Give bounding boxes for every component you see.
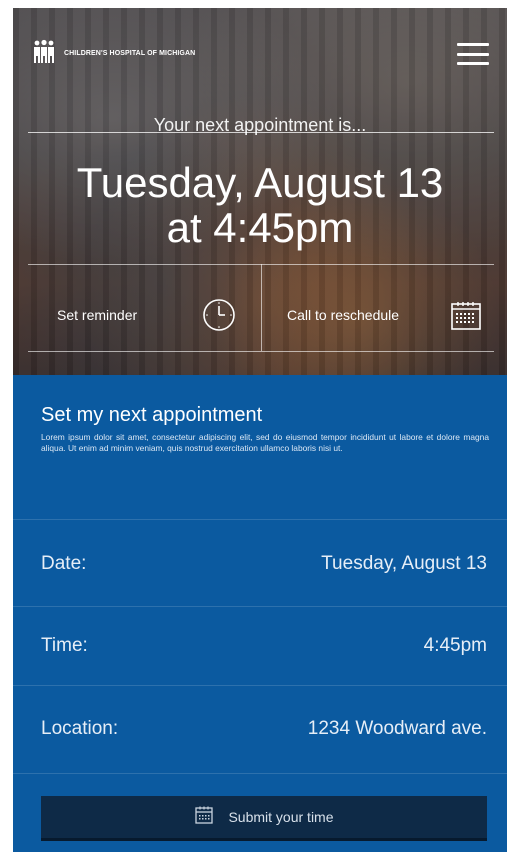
form-description: Lorem ipsum dolor sit amet, consectetur … bbox=[41, 432, 489, 453]
location-field[interactable]: Location: 1234 Woodward ave. bbox=[13, 689, 507, 769]
logo[interactable]: CHILDREN'S HOSPITAL OF MICHIGAN bbox=[32, 39, 195, 68]
submit-time-label: Submit your time bbox=[228, 809, 334, 825]
appointment-date: Tuesday, August 13 bbox=[76, 159, 444, 206]
time-label: Time: bbox=[41, 635, 88, 656]
call-to-reschedule-button[interactable]: Call to reschedule bbox=[287, 295, 483, 335]
set-reminder-label: Set reminder bbox=[57, 307, 138, 323]
divider bbox=[261, 264, 262, 351]
location-value[interactable]: 1234 Woodward ave. bbox=[308, 718, 487, 740]
time-field[interactable]: Time: 4:45pm bbox=[13, 606, 507, 686]
clock-icon bbox=[201, 297, 237, 333]
appointment-time: at 4:45pm bbox=[166, 204, 354, 251]
date-field[interactable]: Date: Tuesday, August 13 bbox=[13, 524, 507, 604]
location-label: Location: bbox=[41, 718, 119, 739]
calendar-icon bbox=[449, 298, 483, 332]
divider bbox=[13, 519, 507, 520]
date-label: Date: bbox=[41, 553, 87, 574]
hamburger-menu-icon[interactable] bbox=[457, 43, 489, 65]
appointment-form: Set my next appointment Lorem ipsum dolo… bbox=[13, 375, 507, 852]
time-value[interactable]: 4:45pm bbox=[424, 635, 487, 657]
set-reminder-button[interactable]: Set reminder bbox=[57, 295, 237, 335]
submit-time-button[interactable]: Submit your time bbox=[41, 796, 487, 841]
divider bbox=[13, 773, 507, 774]
calendar-icon bbox=[194, 805, 214, 830]
divider bbox=[28, 132, 494, 133]
family-icon bbox=[32, 39, 56, 68]
date-value[interactable]: Tuesday, August 13 bbox=[321, 553, 487, 575]
logo-text: CHILDREN'S HOSPITAL OF MICHIGAN bbox=[64, 50, 196, 57]
divider bbox=[13, 685, 507, 686]
hero-section: CHILDREN'S HOSPITAL OF MICHIGAN Your nex… bbox=[13, 8, 507, 375]
call-to-reschedule-label: Call to reschedule bbox=[287, 307, 400, 323]
form-title: Set my next appointment bbox=[41, 404, 263, 426]
app-screen: CHILDREN'S HOSPITAL OF MICHIGAN Your nex… bbox=[13, 8, 507, 852]
divider bbox=[28, 351, 494, 352]
